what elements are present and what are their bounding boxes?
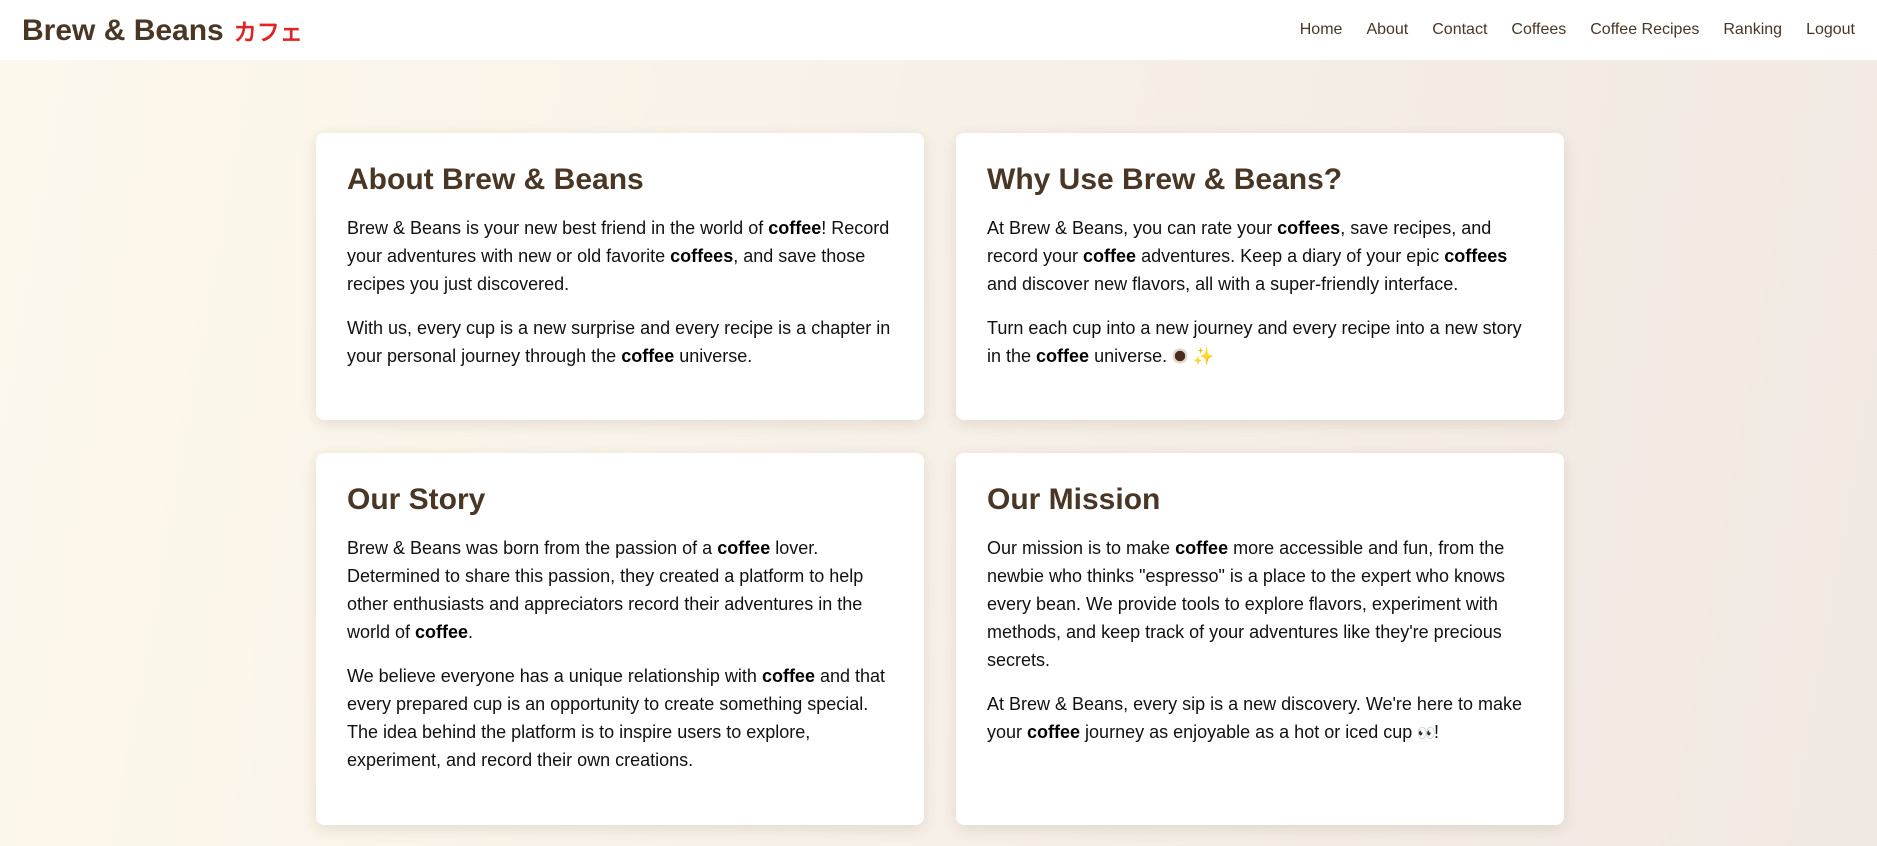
bold-keyword: coffees (1277, 217, 1341, 238)
brand-logo[interactable]: Brew & Beans カフェ (22, 13, 303, 48)
nav-coffee-recipes[interactable]: Coffee Recipes (1590, 21, 1699, 39)
bold-keyword: coffee (768, 217, 822, 238)
bold-keyword: coffee (1083, 245, 1137, 266)
sparkles-icon: ✨ (1193, 346, 1215, 367)
nav-about[interactable]: About (1366, 21, 1408, 39)
why-card: Why Use Brew & Beans? At Brew & Beans, y… (956, 133, 1564, 420)
bold-keyword: coffee (717, 537, 771, 558)
bold-keyword: coffee (1175, 537, 1229, 558)
content-grid: About Brew & Beans Brew & Beans is your … (316, 133, 1564, 825)
bold-keyword: coffee (1036, 345, 1090, 366)
mission-card: Our Mission Our mission is to make coffe… (956, 453, 1564, 825)
about-card: About Brew & Beans Brew & Beans is your … (316, 133, 924, 420)
nav-coffees[interactable]: Coffees (1511, 21, 1566, 39)
about-paragraph-1: Brew & Beans is your new best friend in … (347, 217, 890, 294)
mission-paragraph-2-text: At Brew & Beans, every sip is a new disc… (987, 693, 1522, 742)
why-title: Why Use Brew & Beans? (987, 163, 1343, 196)
bold-keyword: coffees (670, 245, 734, 266)
bold-keyword: coffee (1027, 721, 1081, 742)
story-title: Our Story (347, 483, 486, 516)
coffee-cup-icon (1172, 347, 1189, 364)
why-paragraph-2-text: Turn each cup into a new journey and eve… (987, 317, 1522, 366)
top-navbar: Brew & Beans カフェ Home About Contact Coff… (0, 0, 1877, 60)
why-paragraph-2: Turn each cup into a new journey and eve… (987, 314, 1533, 371)
brand-name: Brew & Beans (22, 13, 224, 47)
nav-contact[interactable]: Contact (1432, 21, 1487, 39)
main-nav: Home About Contact Coffees Coffee Recipe… (1276, 21, 1855, 39)
about-title: About Brew & Beans (347, 163, 644, 196)
bold-keyword: coffee (621, 345, 675, 366)
about-paragraph-2: With us, every cup is a new surprise and… (347, 317, 891, 366)
brand-japanese-text: カフェ (233, 19, 303, 46)
nav-logout[interactable]: Logout (1806, 21, 1855, 39)
bold-keyword: coffees (1444, 245, 1508, 266)
eyes-icon: 👀 (1417, 723, 1436, 742)
story-paragraph-2: We believe everyone has a unique relatio… (347, 665, 886, 770)
mission-paragraph-2-end: ! (1433, 721, 1439, 742)
mission-title: Our Mission (987, 483, 1161, 516)
mission-paragraph-1: Our mission is to make coffee more acces… (987, 537, 1506, 670)
nav-ranking[interactable]: Ranking (1723, 21, 1782, 39)
nav-home[interactable]: Home (1300, 21, 1343, 39)
why-paragraph-1: At Brew & Beans, you can rate your coffe… (987, 217, 1508, 294)
bold-keyword: coffee (415, 621, 469, 642)
story-card: Our Story Brew & Beans was born from the… (316, 453, 924, 825)
mission-paragraph-2: At Brew & Beans, every sip is a new disc… (987, 690, 1533, 747)
story-paragraph-1: Brew & Beans was born from the passion o… (347, 537, 864, 642)
bold-keyword: coffee (761, 665, 815, 686)
